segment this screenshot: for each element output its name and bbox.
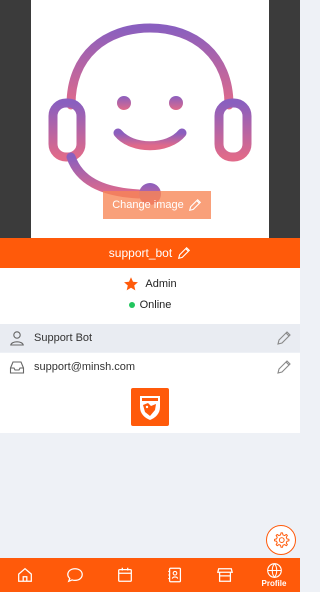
change-image-label: Change image xyxy=(112,199,184,211)
status-label: Online xyxy=(139,299,172,311)
nav-profile-label: Profile xyxy=(261,579,287,588)
change-image-button[interactable]: Change image xyxy=(103,191,211,219)
crest-logo-icon xyxy=(140,396,160,420)
edit-name-icon[interactable] xyxy=(276,330,292,346)
store-icon xyxy=(216,568,234,582)
role-row: Admin xyxy=(0,274,300,294)
user-icon xyxy=(10,331,24,346)
globe-icon xyxy=(266,563,282,579)
chat-icon xyxy=(67,568,83,583)
star-icon xyxy=(124,277,139,291)
nav-store[interactable] xyxy=(210,558,240,592)
edit-username-icon[interactable] xyxy=(177,246,191,260)
nav-calendar[interactable] xyxy=(110,558,140,592)
calendar-icon xyxy=(118,567,132,582)
display-name-text: Support Bot xyxy=(34,332,93,344)
home-icon xyxy=(18,567,32,582)
nav-home[interactable] xyxy=(10,558,40,592)
username-bar[interactable]: support_bot xyxy=(0,238,300,268)
email-row[interactable]: support@minsh.com xyxy=(0,353,300,381)
contacts-icon xyxy=(168,567,182,583)
username-text: support_bot xyxy=(108,246,173,260)
gear-icon xyxy=(274,532,290,548)
nav-contacts[interactable] xyxy=(160,558,190,592)
status-row: Online xyxy=(0,296,300,314)
organization-logo xyxy=(131,388,169,426)
pencil-icon xyxy=(188,198,201,212)
avatar-section: Change image xyxy=(0,0,300,238)
inbox-icon xyxy=(9,361,25,374)
online-status-dot xyxy=(128,302,135,308)
display-name-row[interactable]: Support Bot xyxy=(0,324,300,352)
nav-profile[interactable]: Profile xyxy=(258,558,290,592)
settings-button[interactable] xyxy=(266,525,296,555)
avatar-image: Change image xyxy=(31,0,269,238)
nav-chat[interactable] xyxy=(60,558,90,592)
edit-email-icon[interactable] xyxy=(276,359,292,375)
role-label: Admin xyxy=(145,278,177,290)
bottom-nav: Profile xyxy=(0,558,300,592)
email-text: support@minsh.com xyxy=(34,361,136,373)
